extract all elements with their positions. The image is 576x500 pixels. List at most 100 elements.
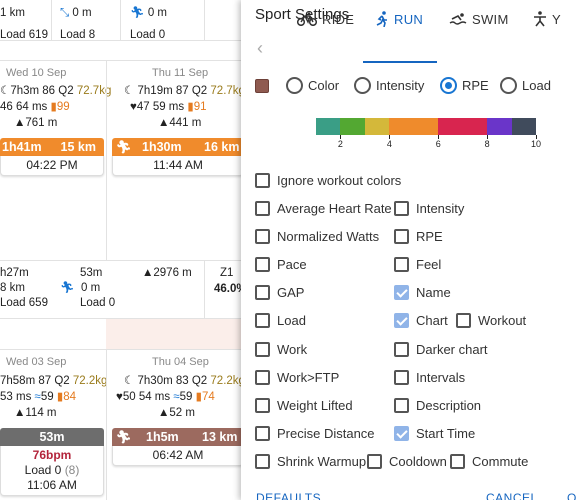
- checkbox[interactable]: [394, 398, 409, 413]
- tab-swim[interactable]: SWIM: [449, 6, 509, 32]
- option-darker-chart[interactable]: Darker chart: [394, 342, 488, 357]
- run-icon: 🏃︎: [60, 282, 75, 294]
- color-mode-color[interactable]: Color: [286, 77, 339, 94]
- checkbox[interactable]: [255, 229, 270, 244]
- option-intervals[interactable]: Intervals: [394, 370, 465, 385]
- checkbox[interactable]: [394, 370, 409, 385]
- option-work[interactable]: Work: [255, 342, 307, 357]
- checkbox[interactable]: [456, 313, 471, 328]
- activity-bar[interactable]: 🏃︎ 1h30m 16 km: [112, 138, 244, 156]
- option-workout[interactable]: Workout: [456, 313, 526, 328]
- checkbox[interactable]: [255, 285, 270, 300]
- option-chart[interactable]: Chart: [394, 313, 448, 328]
- option-ignore-workout-colors[interactable]: Ignore workout colors: [255, 173, 401, 188]
- rpe-color-scale: [316, 118, 536, 135]
- sport-color-swatch[interactable]: [255, 79, 269, 93]
- checkbox[interactable]: [255, 173, 270, 188]
- bike-icon: [297, 12, 317, 26]
- checkbox[interactable]: [394, 285, 409, 300]
- checkbox[interactable]: [394, 257, 409, 272]
- hr-line: ♥50 54 ms ≈59 ▮74: [116, 391, 215, 403]
- scale-segment: [364, 118, 390, 135]
- highlight-strip: [106, 319, 246, 349]
- color-mode-rpe[interactable]: RPE: [440, 77, 489, 94]
- mountain-icon: ▲: [142, 267, 154, 279]
- option-name[interactable]: Name: [394, 285, 451, 300]
- checkbox[interactable]: [255, 398, 270, 413]
- moon-icon: ☾: [124, 375, 135, 387]
- sport-settings-dialog: Sport Settings ‹ RIDE RUN SWIM Y Color I…: [241, 0, 576, 500]
- scale-segment: [413, 118, 439, 135]
- option-intensity[interactable]: Intensity: [394, 201, 464, 216]
- radio-button[interactable]: [354, 77, 371, 94]
- option-shrink-warmup[interactable]: Shrink Warmup: [255, 454, 366, 469]
- radio-button-selected[interactable]: [440, 77, 457, 94]
- checkbox[interactable]: [255, 426, 270, 441]
- option-cooldown[interactable]: Cooldown: [367, 454, 447, 469]
- mountain-icon: ▲: [14, 407, 26, 419]
- scale-tick-label: 10: [530, 139, 542, 149]
- option-start-time[interactable]: Start Time: [394, 426, 475, 441]
- chevron-left-icon[interactable]: ‹: [257, 38, 263, 59]
- checkbox[interactable]: [394, 313, 409, 328]
- activity-bar[interactable]: 53m: [0, 428, 104, 446]
- cancel-button[interactable]: CANCEL: [486, 491, 538, 500]
- expand-icon: ⤡: [60, 7, 70, 19]
- option-gap[interactable]: GAP: [255, 285, 304, 300]
- mountain-icon: ▲: [14, 117, 26, 129]
- scale-tick-label: 2: [337, 139, 343, 149]
- option-weight-lifted[interactable]: Weight Lifted: [255, 398, 353, 413]
- checkbox[interactable]: [450, 454, 465, 469]
- radio-button[interactable]: [500, 77, 517, 94]
- summary-cell: 🏃︎ 0 m Load 0: [130, 6, 167, 43]
- heart-icon: ♥: [116, 391, 123, 403]
- checkbox[interactable]: [394, 201, 409, 216]
- scale-segment: [316, 118, 341, 135]
- ok-button[interactable]: O: [567, 491, 576, 500]
- option-precise-distance[interactable]: Precise Distance: [255, 426, 375, 441]
- color-mode-load[interactable]: Load: [500, 77, 551, 94]
- option-rpe[interactable]: RPE: [394, 229, 443, 244]
- option-average-heart-rate[interactable]: Average Heart Rate: [255, 201, 392, 216]
- run-icon: 🏃︎: [116, 139, 132, 154]
- wellness-line: ☾ 7h19m 87 Q2 72.7kg: [124, 85, 245, 97]
- option-pace[interactable]: Pace: [255, 257, 307, 272]
- scale-segment: [340, 118, 365, 135]
- checkbox[interactable]: [394, 229, 409, 244]
- scale-segment: [389, 118, 414, 135]
- activity-time: 06:42 AM: [112, 446, 244, 466]
- tab-yoga[interactable]: Y: [533, 6, 561, 32]
- color-mode-intensity[interactable]: Intensity: [354, 77, 424, 94]
- week-elevation: ▲2976 m: [142, 267, 192, 279]
- elevation-line: ▲52 m: [158, 407, 195, 419]
- tab-ride[interactable]: RIDE: [297, 6, 354, 32]
- checkbox[interactable]: [255, 342, 270, 357]
- option-feel[interactable]: Feel: [394, 257, 441, 272]
- activity-bar[interactable]: 1h41m 15 km: [0, 138, 104, 156]
- yoga-icon: [534, 11, 546, 27]
- option-work-ftp[interactable]: Work>FTP: [255, 370, 339, 385]
- day-label: Thu 11 Sep: [152, 67, 209, 79]
- tab-run[interactable]: RUN: [375, 6, 423, 32]
- checkbox[interactable]: [255, 454, 270, 469]
- option-description[interactable]: Description: [394, 398, 481, 413]
- checkbox[interactable]: [255, 201, 270, 216]
- activity-bar[interactable]: 🏃︎ 1h5m 13 km: [112, 428, 244, 446]
- checkbox[interactable]: [255, 370, 270, 385]
- checkbox[interactable]: [255, 313, 270, 328]
- checkbox[interactable]: [255, 257, 270, 272]
- checkbox[interactable]: [367, 454, 382, 469]
- option-load[interactable]: Load: [255, 313, 306, 328]
- zone-label: Z1: [220, 267, 234, 279]
- option-commute[interactable]: Commute: [450, 454, 528, 469]
- checkbox[interactable]: [394, 342, 409, 357]
- hr-line: ♥47 59 ms ▮91: [130, 101, 207, 113]
- swim-icon: [449, 13, 467, 25]
- option-normalized-watts[interactable]: Normalized Watts: [255, 229, 379, 244]
- checkbox[interactable]: [394, 426, 409, 441]
- defaults-button[interactable]: DEFAULTS: [256, 491, 321, 500]
- summary-cell: 1 km Load 619: [0, 6, 48, 43]
- radio-button[interactable]: [286, 77, 303, 94]
- scale-segment: [487, 118, 512, 135]
- activity-details: 76bpm Load 0 (8) 11:06 AM: [0, 446, 104, 496]
